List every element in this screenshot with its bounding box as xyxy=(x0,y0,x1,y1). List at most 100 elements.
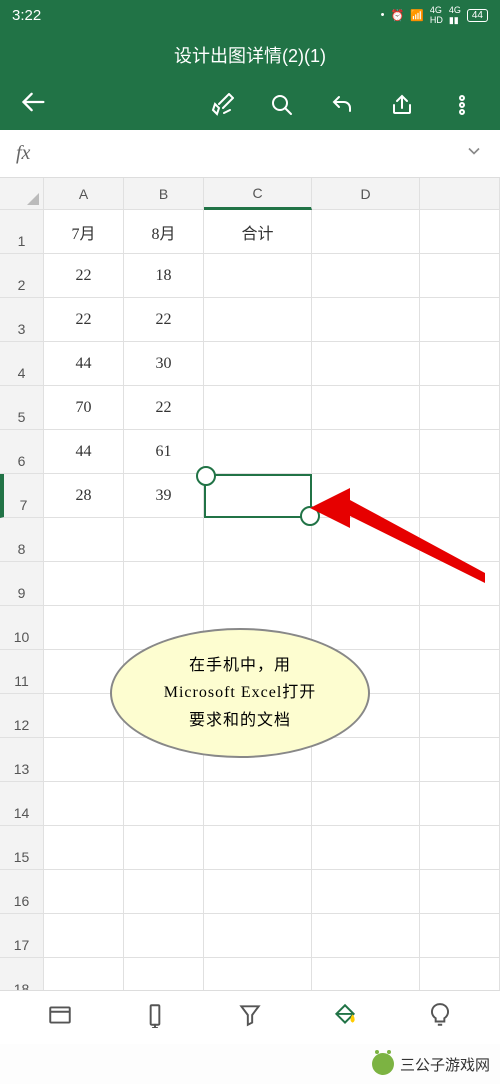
cell-extra-6[interactable] xyxy=(420,430,500,474)
row-header-6[interactable]: 6 xyxy=(0,430,44,474)
cell-extra-4[interactable] xyxy=(420,342,500,386)
cell-B16[interactable] xyxy=(124,870,204,914)
cell-extra-10[interactable] xyxy=(420,606,500,650)
cell-B1[interactable]: 8月 xyxy=(124,210,204,254)
cell-C2[interactable] xyxy=(204,254,312,298)
col-header-C[interactable]: C xyxy=(204,178,312,210)
cell-extra-3[interactable] xyxy=(420,298,500,342)
cell-C15[interactable] xyxy=(204,826,312,870)
cell-extra-15[interactable] xyxy=(420,826,500,870)
cell-A8[interactable] xyxy=(44,518,124,562)
cell-C3[interactable] xyxy=(204,298,312,342)
cell-extra-17[interactable] xyxy=(420,914,500,958)
cell-D4[interactable] xyxy=(312,342,420,386)
cell-extra-13[interactable] xyxy=(420,738,500,782)
cell-D3[interactable] xyxy=(312,298,420,342)
edit-button[interactable] xyxy=(196,85,248,125)
cell-extra-8[interactable] xyxy=(420,518,500,562)
row-header-8[interactable]: 8 xyxy=(0,518,44,562)
cell-D17[interactable] xyxy=(312,914,420,958)
col-header-D[interactable]: D xyxy=(312,178,420,210)
cell-D10[interactable] xyxy=(312,606,420,650)
cell-A2[interactable]: 22 xyxy=(44,254,124,298)
cell-extra-16[interactable] xyxy=(420,870,500,914)
cell-D13[interactable] xyxy=(312,738,420,782)
cell-D7[interactable] xyxy=(312,474,420,518)
undo-button[interactable] xyxy=(316,85,368,125)
filter-button[interactable] xyxy=(223,994,277,1041)
cell-C14[interactable] xyxy=(204,782,312,826)
cell-A5[interactable]: 70 xyxy=(44,386,124,430)
search-button[interactable] xyxy=(256,85,308,125)
formula-dropdown-icon[interactable] xyxy=(464,141,484,166)
cell-B8[interactable] xyxy=(124,518,204,562)
cell-C7[interactable] xyxy=(204,474,312,518)
cell-D2[interactable] xyxy=(312,254,420,298)
cell-A3[interactable]: 22 xyxy=(44,298,124,342)
cell-C9[interactable] xyxy=(204,562,312,606)
card-view-button[interactable] xyxy=(33,994,87,1041)
row-header-11[interactable]: 11 xyxy=(0,650,44,694)
cell-A9[interactable] xyxy=(44,562,124,606)
cell-B14[interactable] xyxy=(124,782,204,826)
cell-D8[interactable] xyxy=(312,518,420,562)
row-header-15[interactable]: 15 xyxy=(0,826,44,870)
cell-extra-14[interactable] xyxy=(420,782,500,826)
row-header-9[interactable]: 9 xyxy=(0,562,44,606)
cell-extra-11[interactable] xyxy=(420,650,500,694)
cell-B9[interactable] xyxy=(124,562,204,606)
cell-D14[interactable] xyxy=(312,782,420,826)
back-button[interactable] xyxy=(12,80,56,131)
row-header-14[interactable]: 14 xyxy=(0,782,44,826)
cell-D5[interactable] xyxy=(312,386,420,430)
fill-button[interactable] xyxy=(318,994,372,1041)
formula-bar[interactable]: fx xyxy=(0,130,500,178)
row-header-12[interactable]: 12 xyxy=(0,694,44,738)
cell-C8[interactable] xyxy=(204,518,312,562)
cell-extra-2[interactable] xyxy=(420,254,500,298)
spreadsheet[interactable]: ABCD17月8月合计22218322224443057022644617283… xyxy=(0,178,500,1002)
cell-A13[interactable] xyxy=(44,738,124,782)
row-header-10[interactable]: 10 xyxy=(0,606,44,650)
cell-A14[interactable] xyxy=(44,782,124,826)
col-header-A[interactable]: A xyxy=(44,178,124,210)
cell-D16[interactable] xyxy=(312,870,420,914)
row-header-5[interactable]: 5 xyxy=(0,386,44,430)
more-button[interactable] xyxy=(436,85,488,125)
share-button[interactable] xyxy=(376,85,428,125)
cell-B7[interactable]: 39 xyxy=(124,474,204,518)
row-header-2[interactable]: 2 xyxy=(0,254,44,298)
col-header-extra[interactable] xyxy=(420,178,500,210)
cell-A15[interactable] xyxy=(44,826,124,870)
cell-A4[interactable]: 44 xyxy=(44,342,124,386)
cell-C6[interactable] xyxy=(204,430,312,474)
cell-C17[interactable] xyxy=(204,914,312,958)
cell-C16[interactable] xyxy=(204,870,312,914)
row-header-17[interactable]: 17 xyxy=(0,914,44,958)
cell-A6[interactable]: 44 xyxy=(44,430,124,474)
cell-B5[interactable]: 22 xyxy=(124,386,204,430)
row-header-16[interactable]: 16 xyxy=(0,870,44,914)
row-header-13[interactable]: 13 xyxy=(0,738,44,782)
cell-D6[interactable] xyxy=(312,430,420,474)
column-button[interactable] xyxy=(128,994,182,1041)
cell-D1[interactable] xyxy=(312,210,420,254)
cell-C4[interactable] xyxy=(204,342,312,386)
cell-extra-7[interactable] xyxy=(420,474,500,518)
cell-B2[interactable]: 18 xyxy=(124,254,204,298)
row-header-1[interactable]: 1 xyxy=(0,210,44,254)
col-header-B[interactable]: B xyxy=(124,178,204,210)
cell-B15[interactable] xyxy=(124,826,204,870)
cell-extra-5[interactable] xyxy=(420,386,500,430)
cell-A7[interactable]: 28 xyxy=(44,474,124,518)
cell-D9[interactable] xyxy=(312,562,420,606)
cell-A16[interactable] xyxy=(44,870,124,914)
cell-extra-12[interactable] xyxy=(420,694,500,738)
row-header-3[interactable]: 3 xyxy=(0,298,44,342)
cell-C5[interactable] xyxy=(204,386,312,430)
cell-A17[interactable] xyxy=(44,914,124,958)
cell-B3[interactable]: 22 xyxy=(124,298,204,342)
cell-extra-1[interactable] xyxy=(420,210,500,254)
row-header-4[interactable]: 4 xyxy=(0,342,44,386)
cell-extra-9[interactable] xyxy=(420,562,500,606)
